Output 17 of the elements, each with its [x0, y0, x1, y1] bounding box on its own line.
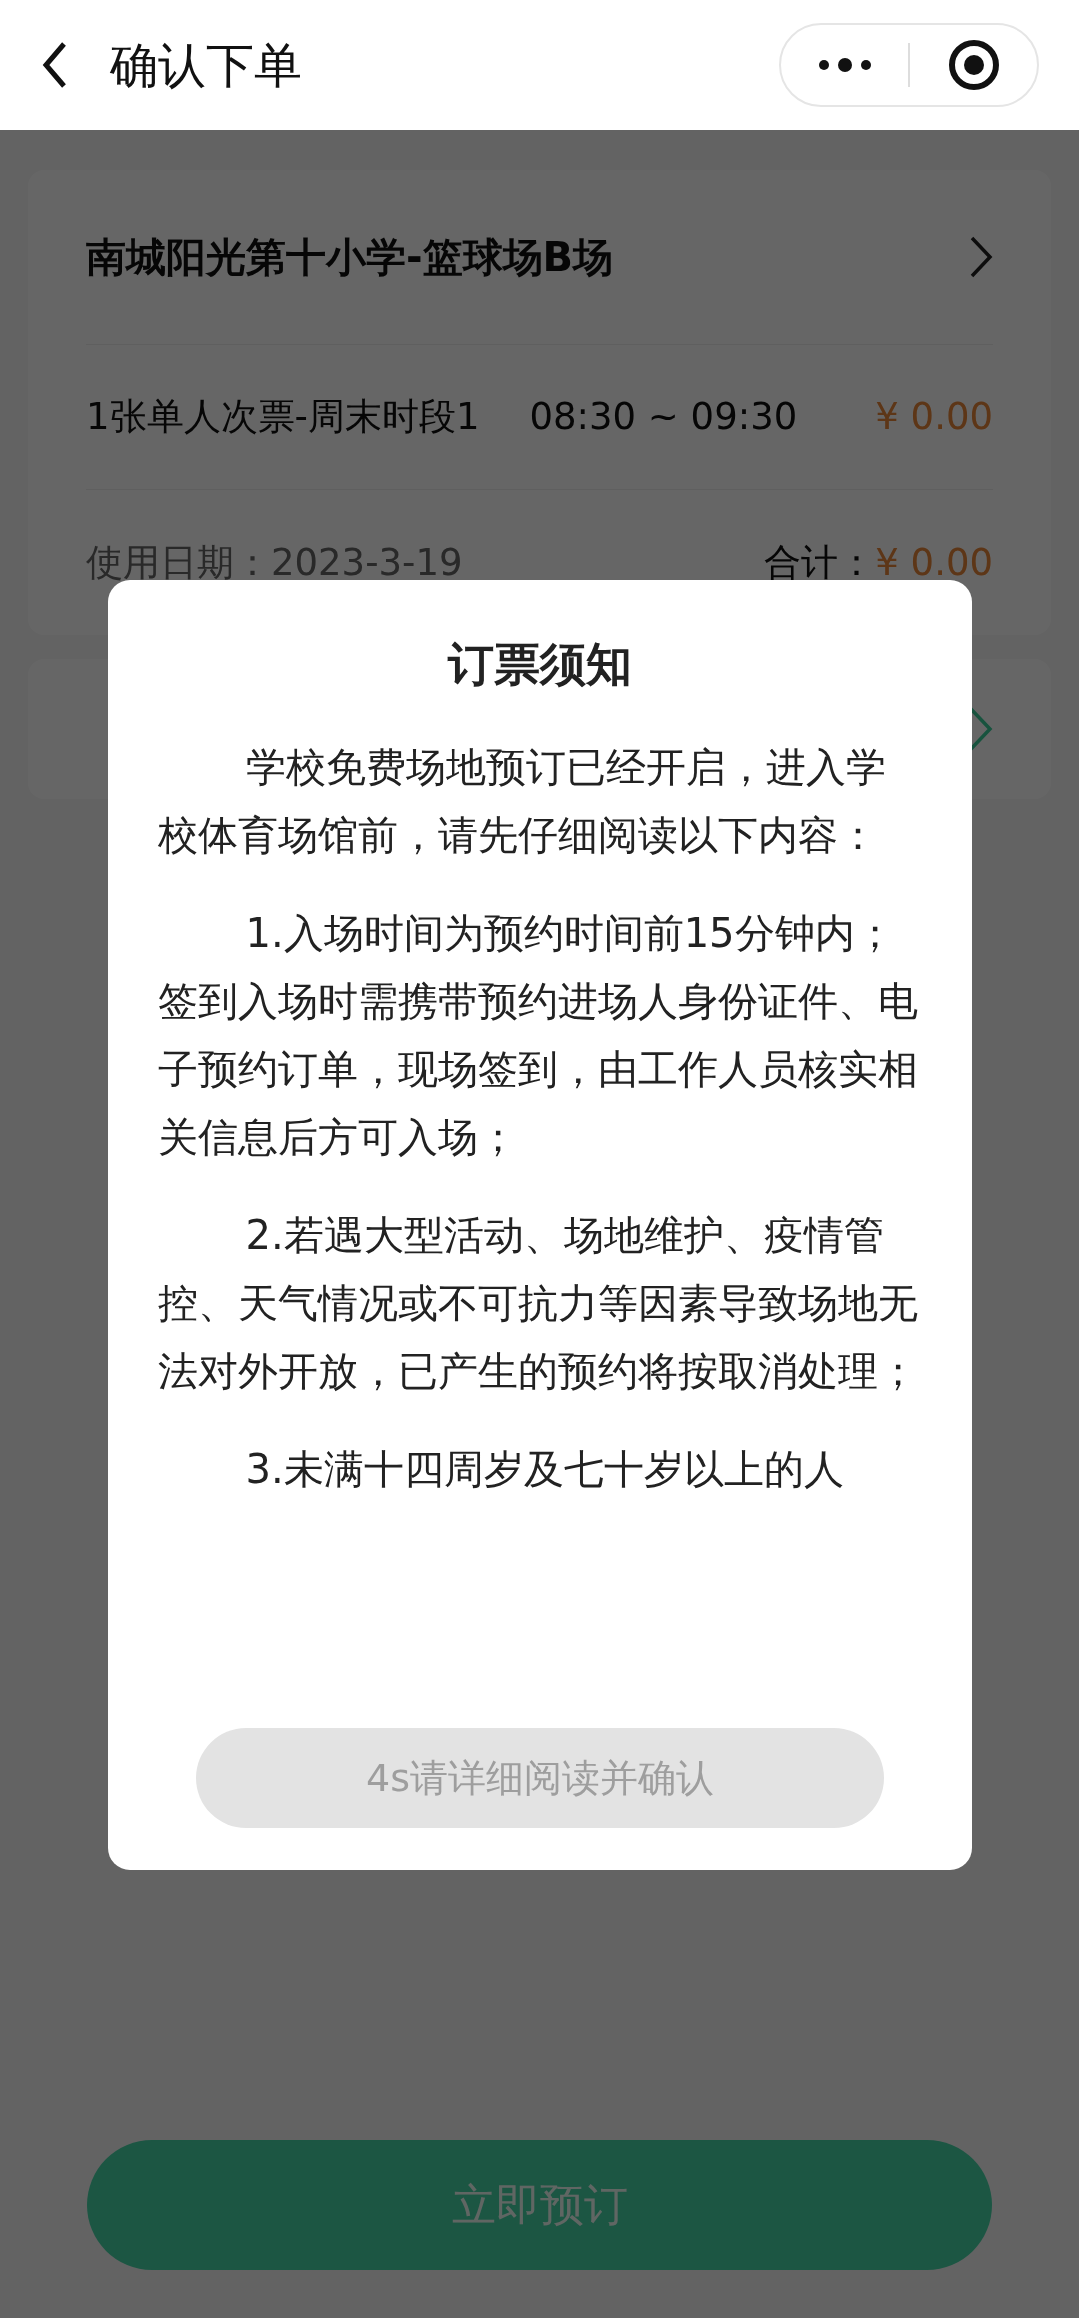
notice-paragraph: 学校免费场地预订已经开启，进入学校体育场馆前，请先仔细阅读以下内容： [157, 743, 887, 860]
date-value: 2023-3-19 [271, 539, 463, 586]
total-label: 合计： [764, 539, 876, 586]
total-value: ¥ 0.00 [875, 539, 993, 586]
chevron-right-icon[interactable] [969, 235, 993, 279]
dialog-title: 订票须知 [448, 636, 632, 693]
notice-paragraph: 1.入场时间为预约时间前15分钟内；签到入场时需携带预约进场人身份证件、电子预约订单，现场签到，由工作人员核实相关信息后方可入场； [157, 909, 919, 1162]
ticket-time: 08:30 ~ 09:30 [529, 394, 798, 441]
notice-paragraph: 2.若遇大型活动、场地维护、疫情管控、天气情况或不可抗力等因素导致场地无法对外开放，已产生的预约将按取消处理； [157, 1211, 919, 1396]
more-icon[interactable] [817, 58, 872, 72]
book-button[interactable]: 立即预订 [87, 2140, 992, 2270]
ticket-name: 1张单人次票-周末时段1 [86, 394, 480, 441]
page-title: 确认下单 [110, 36, 302, 95]
ticket-price: ¥ 0.00 [875, 394, 993, 441]
date-label: 使用日期： [86, 539, 271, 586]
notice-paragraph: 3.未满十四周岁及七十岁以上的人 [244, 1445, 845, 1494]
venue-name: 南城阳光第十小学-篮球场B场 [86, 233, 614, 282]
